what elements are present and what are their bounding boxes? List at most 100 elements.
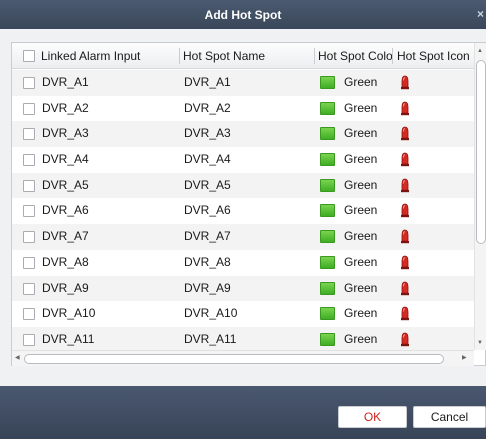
alarm-light-icon[interactable] <box>400 332 410 347</box>
hot-spot-name-cell[interactable]: DVR_A11 <box>184 327 236 350</box>
row-checkbox[interactable] <box>23 102 35 115</box>
table-row[interactable]: DVR_A9 DVR_A9 Green <box>12 275 474 302</box>
table-row[interactable]: DVR_A4 DVR_A4 Green <box>12 147 474 173</box>
horizontal-scrollbar[interactable]: ◀ ▶ <box>12 350 474 366</box>
hot-spot-name-cell[interactable]: DVR_A3 <box>184 121 231 147</box>
alarm-light-icon[interactable] <box>400 126 410 141</box>
hot-spot-color-cell[interactable]: Green <box>344 121 377 147</box>
row-checkbox[interactable] <box>23 256 35 269</box>
row-checkbox[interactable] <box>23 282 35 295</box>
table-body: DVR_A1 DVR_A1 Green DVR_A2 DVR_A2 Green DVR_A3… <box>12 70 474 350</box>
hot-spot-color-cell[interactable]: Green <box>344 70 377 96</box>
hot-spot-table: Linked Alarm Input Hot Spot Name Hot Spo… <box>11 42 486 366</box>
table-row[interactable]: DVR_A3 DVR_A3 Green <box>12 121 474 148</box>
row-checkbox[interactable] <box>23 231 35 244</box>
color-swatch[interactable] <box>320 101 335 115</box>
vertical-scroll-thumb[interactable] <box>476 60 486 244</box>
dialog-title: Add Hot Spot <box>204 7 282 22</box>
column-divider[interactable] <box>314 48 315 64</box>
linked-alarm-input-cell: DVR_A11 <box>42 331 95 346</box>
row-checkbox[interactable] <box>23 205 35 218</box>
hot-spot-name-cell[interactable]: DVR_A10 <box>184 301 237 327</box>
row-checkbox[interactable] <box>23 154 35 167</box>
scroll-up-icon[interactable]: ▲ <box>477 47 483 55</box>
hot-spot-color-cell[interactable]: Green <box>344 198 377 224</box>
linked-alarm-input-cell: DVR_A7 <box>42 229 89 244</box>
table-row[interactable]: DVR_A7 DVR_A7 Green <box>12 224 474 250</box>
linked-alarm-input-cell: DVR_A3 <box>42 126 89 141</box>
scroll-right-icon[interactable]: ▶ <box>462 354 467 362</box>
linked-alarm-input-cell: DVR_A10 <box>42 306 96 321</box>
table-row[interactable]: DVR_A11 DVR_A11 Green <box>12 326 474 350</box>
ok-button[interactable]: OK <box>338 406 407 428</box>
alarm-light-icon[interactable] <box>400 75 410 90</box>
table-row[interactable]: DVR_A2 DVR_A2 Green <box>12 96 474 122</box>
linked-alarm-input-cell: DVR_A4 <box>42 152 89 167</box>
column-header-hot-spot-color[interactable]: Hot Spot Color <box>318 43 393 69</box>
hot-spot-color-cell[interactable]: Green <box>344 173 377 199</box>
column-header-linked-alarm-input[interactable]: Linked Alarm Input <box>41 43 181 69</box>
color-swatch[interactable] <box>320 332 335 346</box>
hot-spot-color-cell[interactable]: Green <box>344 96 377 122</box>
linked-alarm-input-cell: DVR_A9 <box>42 280 89 295</box>
scroll-down-icon[interactable]: ▼ <box>477 339 483 347</box>
table-row[interactable]: DVR_A5 DVR_A5 Green <box>12 172 474 199</box>
column-header-hot-spot-name[interactable]: Hot Spot Name <box>183 43 313 69</box>
table-row[interactable]: DVR_A10 DVR_A10 Green <box>12 301 474 327</box>
alarm-light-icon[interactable] <box>400 229 410 244</box>
linked-alarm-input-cell: DVR_A1 <box>42 75 89 89</box>
linked-alarm-input-cell: DVR_A5 <box>42 177 89 192</box>
select-all-checkbox[interactable] <box>23 50 35 62</box>
hot-spot-color-cell[interactable]: Green <box>344 250 377 276</box>
hot-spot-name-cell[interactable]: DVR_A4 <box>184 147 231 173</box>
cancel-button[interactable]: Cancel <box>413 406 486 428</box>
hot-spot-color-cell[interactable]: Green <box>344 327 377 350</box>
alarm-light-icon[interactable] <box>400 203 410 218</box>
hot-spot-color-cell[interactable]: Green <box>344 276 377 302</box>
row-checkbox[interactable] <box>23 179 35 192</box>
row-checkbox[interactable] <box>23 77 35 89</box>
color-swatch[interactable] <box>320 204 335 218</box>
hot-spot-color-cell[interactable]: Green <box>344 224 377 250</box>
alarm-light-icon[interactable] <box>400 152 410 167</box>
table-header: Linked Alarm Input Hot Spot Name Hot Spo… <box>12 43 474 69</box>
table-row[interactable]: DVR_A8 DVR_A8 Green <box>12 250 474 276</box>
hot-spot-color-cell[interactable]: Green <box>344 301 377 327</box>
column-header-hot-spot-icon[interactable]: Hot Spot Icon <box>397 43 474 69</box>
horizontal-scroll-thumb[interactable] <box>24 354 444 364</box>
hot-spot-name-cell[interactable]: DVR_A6 <box>184 198 231 224</box>
row-checkbox[interactable] <box>23 308 35 321</box>
close-icon[interactable]: × <box>477 7 485 21</box>
hot-spot-name-cell[interactable]: DVR_A2 <box>184 96 231 122</box>
hot-spot-name-cell[interactable]: DVR_A9 <box>184 276 231 302</box>
table-row[interactable]: DVR_A6 DVR_A6 Green <box>12 198 474 224</box>
color-swatch[interactable] <box>320 76 335 89</box>
alarm-light-icon[interactable] <box>400 255 410 270</box>
hot-spot-name-cell[interactable]: DVR_A8 <box>184 250 231 276</box>
linked-alarm-input-cell: DVR_A8 <box>42 254 89 269</box>
color-swatch[interactable] <box>320 127 335 141</box>
color-swatch[interactable] <box>320 153 335 167</box>
row-checkbox[interactable] <box>23 333 35 346</box>
column-divider[interactable] <box>179 48 180 64</box>
row-checkbox[interactable] <box>23 128 35 141</box>
table-row[interactable]: DVR_A1 DVR_A1 Green <box>12 70 474 96</box>
hot-spot-color-cell[interactable]: Green <box>344 147 377 173</box>
alarm-light-icon[interactable] <box>400 281 410 296</box>
alarm-light-icon[interactable] <box>400 101 410 116</box>
hot-spot-name-cell[interactable]: DVR_A1 <box>184 70 231 96</box>
hot-spot-name-cell[interactable]: DVR_A7 <box>184 224 231 250</box>
alarm-light-icon[interactable] <box>400 178 410 193</box>
dialog-body: Linked Alarm Input Hot Spot Name Hot Spo… <box>0 29 486 386</box>
color-swatch[interactable] <box>320 178 335 192</box>
color-swatch[interactable] <box>320 307 335 321</box>
linked-alarm-input-cell: DVR_A2 <box>42 100 89 115</box>
alarm-light-icon[interactable] <box>400 306 410 321</box>
color-swatch[interactable] <box>320 281 335 295</box>
scroll-left-icon[interactable]: ◀ <box>15 354 20 362</box>
column-divider[interactable] <box>392 48 393 64</box>
color-swatch[interactable] <box>320 230 335 244</box>
vertical-scrollbar[interactable]: ▲ ▼ <box>474 43 486 350</box>
color-swatch[interactable] <box>320 255 335 269</box>
hot-spot-name-cell[interactable]: DVR_A5 <box>184 173 231 199</box>
